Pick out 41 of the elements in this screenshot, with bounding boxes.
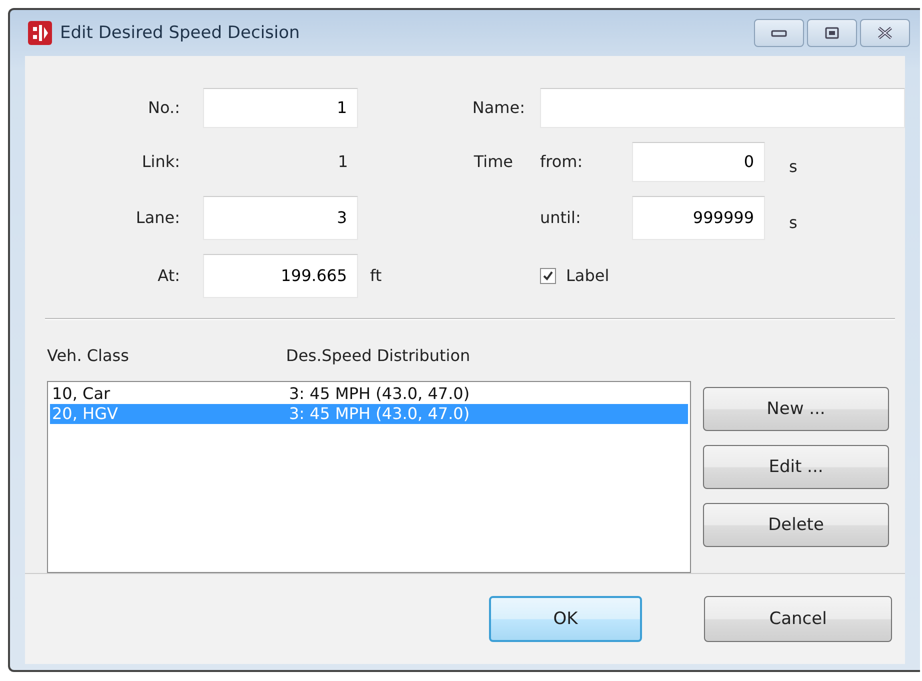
link-value: 1 — [338, 152, 349, 172]
dialog-button[interactable]: OK — [489, 596, 642, 642]
name-field[interactable] — [540, 88, 905, 128]
field-label: until: — [540, 208, 582, 228]
window-title: Edit Desired Speed Decision — [60, 22, 300, 43]
number-field[interactable]: 1 — [203, 88, 358, 128]
maximize-icon — [825, 26, 839, 39]
minimize-icon — [771, 28, 787, 37]
app-icon — [28, 20, 52, 45]
unit-label: s — [788, 156, 798, 176]
minimize-button[interactable] — [754, 18, 804, 47]
list-row[interactable]: 10, Car 3: 45 MPH (43.0, 47.0) — [50, 384, 688, 404]
label-checkbox[interactable]: Label — [540, 266, 632, 286]
list-cell-text: 10, Car — [52, 384, 112, 404]
field-label: No.: — [148, 98, 180, 118]
list-cell: 3: 45 MPH (43.0, 47.0) — [289, 384, 470, 404]
field-label: from: — [540, 152, 584, 172]
field-label: Name: — [472, 98, 525, 118]
dialog-button[interactable]: Cancel — [704, 596, 892, 642]
checkbox[interactable] — [540, 268, 556, 284]
column-header: Veh. Class — [47, 346, 130, 365]
time-from-field[interactable]: 0 — [632, 142, 765, 182]
list-cell: 3: 45 MPH (43.0, 47.0) — [289, 404, 470, 424]
field-label: At: — [158, 266, 180, 286]
field-label: Time — [474, 152, 513, 172]
column-header: Des.Speed Distribution — [286, 346, 470, 365]
checkmark-icon — [542, 270, 554, 282]
field-label: Link: — [142, 152, 180, 172]
unit-label: s — [788, 212, 798, 232]
list-cell-text: 20, HGV — [52, 404, 119, 424]
list-action-button[interactable]: Edit ... — [703, 444, 889, 489]
close-button[interactable] — [860, 18, 910, 47]
close-icon — [877, 26, 893, 40]
field-label: Lane: — [136, 208, 180, 228]
unit-label: ft — [369, 266, 383, 286]
position-field[interactable]: 199.665 — [203, 254, 358, 298]
lane-field[interactable]: 3 — [203, 196, 358, 240]
list-action-button[interactable]: New ... — [703, 386, 889, 431]
maximize-button[interactable] — [807, 18, 857, 47]
list-action-button[interactable]: Delete — [703, 502, 889, 547]
time-until-field[interactable]: 999999 — [632, 196, 765, 240]
